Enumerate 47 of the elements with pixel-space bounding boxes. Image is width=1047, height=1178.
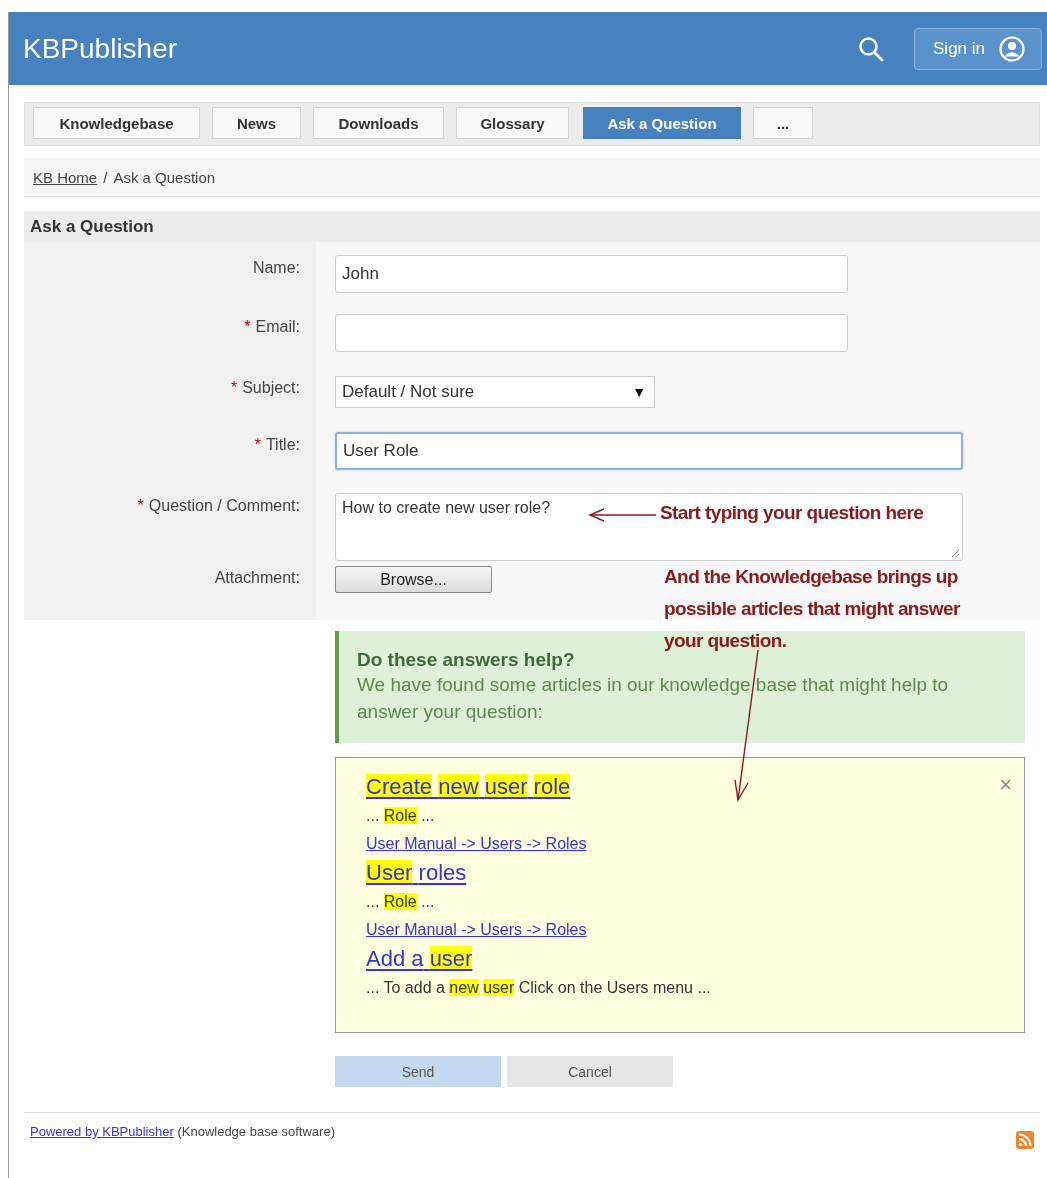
article-snippet: ... Role ... bbox=[366, 806, 436, 826]
article-snippet: ... Role ... bbox=[366, 892, 436, 912]
subject-dropdown[interactable]: Default / Not sure ▼ bbox=[335, 376, 655, 408]
field-label: Title: bbox=[265, 436, 300, 454]
text-field[interactable] bbox=[335, 314, 848, 352]
help-title: Do these answers help? bbox=[357, 649, 576, 671]
breadcrumb-current: Ask a Question bbox=[113, 168, 216, 186]
help-text: We have found some articles in our knowledge base that might help to answer your question: bbox=[357, 673, 950, 724]
text-field[interactable]: User Role bbox=[335, 432, 963, 470]
breadcrumb-separator: / bbox=[103, 168, 108, 186]
nav-tab[interactable]: ... bbox=[753, 107, 813, 139]
section-title: Ask a Question bbox=[30, 216, 154, 237]
nav-tab[interactable]: Downloads bbox=[313, 107, 444, 139]
nav-tab[interactable]: Glossary bbox=[456, 107, 569, 139]
cancel-button[interactable]: Cancel bbox=[507, 1056, 673, 1087]
nav-tab[interactable]: News bbox=[212, 107, 301, 139]
article-link[interactable]: User roles bbox=[366, 858, 467, 888]
field-label: Question / Comment: bbox=[148, 497, 300, 515]
category-path-link[interactable]: User Manual -> Users -> Roles bbox=[366, 916, 587, 944]
search-icon[interactable] bbox=[858, 35, 884, 62]
close-button[interactable]: × bbox=[999, 774, 1012, 796]
required-mark: * bbox=[137, 497, 144, 515]
powered-by-link[interactable]: Powered by KBPublisher bbox=[30, 1124, 174, 1139]
send-button[interactable]: Send bbox=[335, 1056, 501, 1087]
breadcrumb-link[interactable]: KB Home bbox=[33, 168, 98, 186]
field-label: Attachment: bbox=[214, 569, 300, 587]
text-field[interactable]: John bbox=[335, 255, 848, 293]
resize-grip-icon[interactable] bbox=[950, 548, 960, 558]
nav-tab[interactable]: Knowledgebase bbox=[33, 107, 200, 139]
user-icon bbox=[999, 35, 1025, 62]
browse-button[interactable]: Browse... bbox=[335, 566, 492, 593]
required-mark: * bbox=[230, 379, 238, 397]
rss-icon[interactable] bbox=[1016, 1131, 1034, 1149]
annotation-note: And the Knowledgebase brings up possible articles that might answer your question. bbox=[664, 565, 961, 653]
field-label: Subject: bbox=[242, 379, 300, 397]
required-mark: * bbox=[244, 318, 251, 336]
annotation-arrow bbox=[588, 508, 658, 522]
footer-text: Powered by KBPublisher (Knowledge base software) bbox=[30, 1124, 335, 1141]
field-label: Name: bbox=[252, 259, 300, 277]
annotation-note: Start typing your question here bbox=[660, 502, 924, 524]
article-link[interactable]: Add a user bbox=[366, 944, 473, 974]
nav-tab[interactable]: Ask a Question bbox=[583, 107, 741, 139]
required-mark: * bbox=[254, 436, 261, 454]
field-label: Email: bbox=[255, 318, 300, 336]
article-snippet: ... To add a new user Click on the Users menu ... bbox=[366, 978, 712, 998]
category-path-link[interactable]: User Manual -> Users -> Roles bbox=[366, 830, 587, 858]
site-logo[interactable]: KBPublisher bbox=[23, 32, 858, 65]
